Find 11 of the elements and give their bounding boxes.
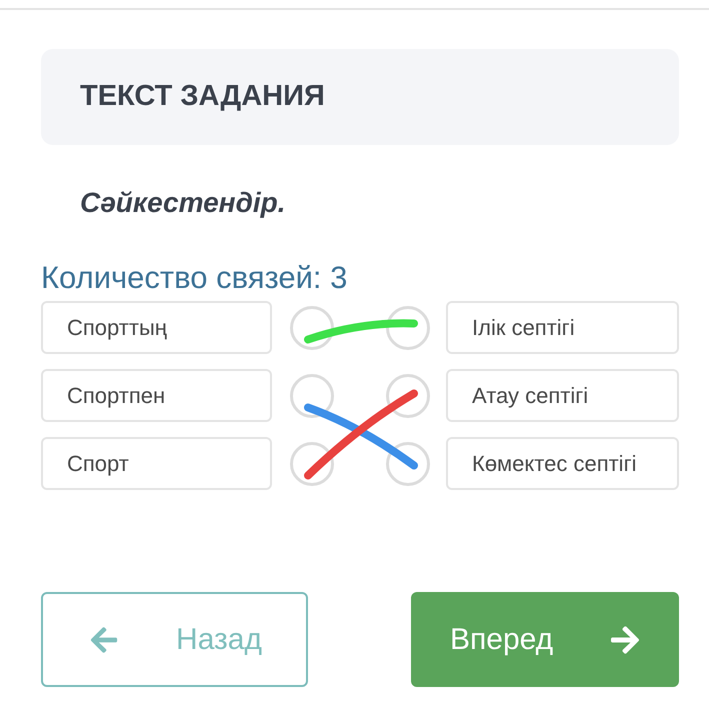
match-option[interactable]: Спорттың bbox=[41, 301, 272, 354]
arrow-left-icon bbox=[89, 624, 119, 654]
connection-count: Количество связей: 3 bbox=[41, 260, 348, 295]
arrow-right-icon bbox=[609, 624, 641, 656]
match-option[interactable]: Спорт bbox=[41, 437, 272, 490]
task-header-title: ТЕКСТ ЗАДАНИЯ bbox=[80, 79, 325, 114]
task-instruction: Сәйкестендір. bbox=[79, 186, 287, 220]
match-option[interactable]: Атау септігі bbox=[446, 369, 679, 422]
match-option[interactable]: Ілік септігі bbox=[446, 301, 679, 354]
match-option[interactable]: Көмектес септігі bbox=[446, 437, 679, 490]
match-option[interactable]: Спортпен bbox=[41, 369, 272, 422]
